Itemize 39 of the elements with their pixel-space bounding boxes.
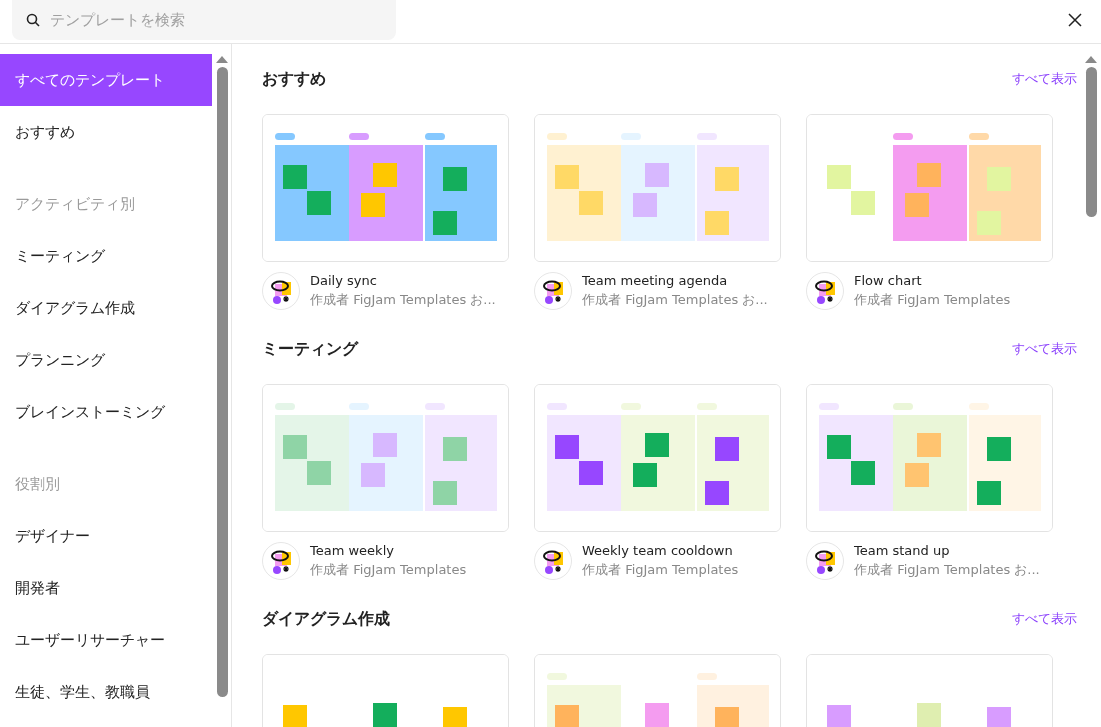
search-icon — [26, 13, 40, 27]
logo-icon — [806, 542, 844, 580]
template-title: Team weekly — [310, 543, 395, 558]
sidebar-item[interactable]: 開発者 — [0, 562, 212, 614]
template-title: Team meeting agenda — [582, 273, 729, 288]
sidebar-item[interactable]: ダイアグラム作成 — [0, 282, 212, 334]
sidebar-item[interactable]: おすすめ — [0, 106, 212, 158]
template-author: 作成者 FigJam Templates — [854, 291, 1011, 309]
section-title: ミーティング — [262, 338, 358, 360]
sidebar-item[interactable]: 生徒、学生、教職員 — [0, 666, 212, 718]
sidebar-item[interactable]: デザイナー — [0, 510, 212, 562]
logo-icon — [806, 272, 844, 310]
template-author: 作成者 FigJam Templates — [310, 561, 467, 579]
sidebar-item[interactable]: すべてのテンプレート — [0, 54, 212, 106]
template-title: Daily sync — [310, 273, 378, 288]
template-author: 作成者 FigJam Templates お... — [310, 291, 496, 309]
show-all-link[interactable]: すべて表示 — [1012, 340, 1077, 358]
template-author: 作成者 FigJam Templates お... — [582, 291, 768, 309]
section-title: ダイアグラム作成 — [262, 608, 390, 630]
section-title: おすすめ — [262, 68, 326, 90]
sidebar-item[interactable]: ブレインストーミング — [0, 386, 212, 438]
template-title: Team stand up — [854, 543, 951, 558]
logo-icon — [262, 542, 300, 580]
template-author: 作成者 FigJam Templates お... — [854, 561, 1040, 579]
logo-icon — [262, 272, 300, 310]
close-icon — [1068, 13, 1082, 27]
logo-icon — [534, 542, 572, 580]
logo-icon — [534, 272, 572, 310]
search-field[interactable]: テンプレートを検索 — [12, 0, 396, 40]
template-title: Flow chart — [854, 273, 923, 288]
sidebar-item[interactable]: プランニング — [0, 334, 212, 386]
show-all-link[interactable]: すべて表示 — [1012, 610, 1077, 628]
sidebar-heading: 役割別 — [14, 473, 61, 495]
sidebar-item[interactable]: ユーザーリサーチャー — [0, 614, 212, 666]
template-author: 作成者 FigJam Templates — [582, 561, 739, 579]
sidebar-heading: アクティビティ別 — [14, 193, 136, 215]
template-title: Weekly team cooldown — [582, 543, 734, 558]
sidebar-item[interactable]: ミーティング — [0, 230, 212, 282]
show-all-link[interactable]: すべて表示 — [1012, 70, 1077, 88]
